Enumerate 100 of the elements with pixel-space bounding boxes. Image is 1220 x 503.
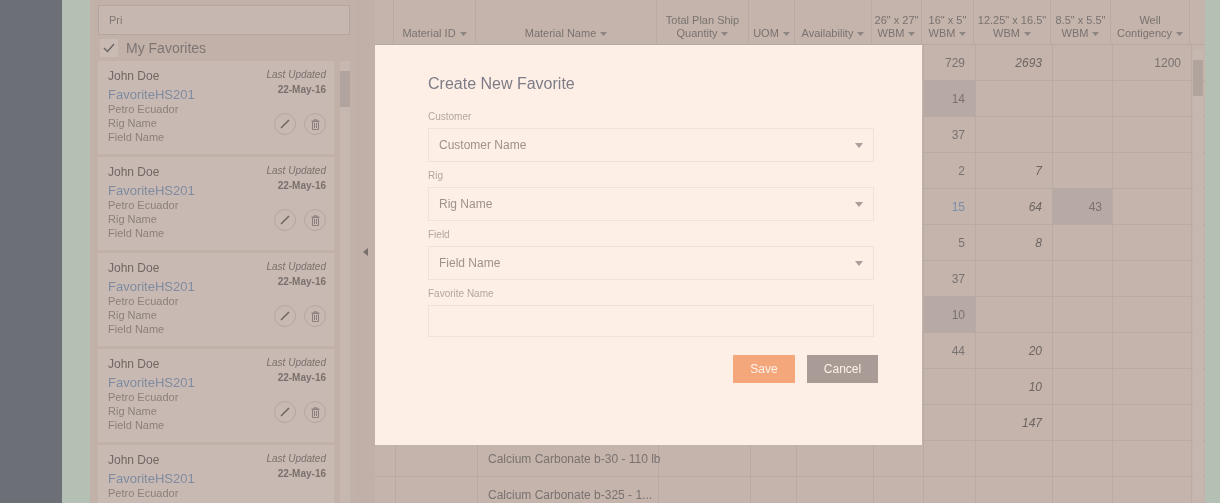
favorite-card[interactable]: John Doe FavoriteHS201 Petro Ecuador Last Updated 22-May-16 bbox=[98, 445, 334, 503]
dropdown[interactable]: Customer Name bbox=[428, 128, 874, 162]
save-button[interactable]: Save bbox=[733, 355, 795, 383]
check-icon bbox=[103, 43, 115, 53]
column-header[interactable]: 16" x 5" WBM bbox=[922, 0, 974, 44]
owner-name: John Doe bbox=[108, 165, 161, 179]
table-cell: 147 bbox=[976, 405, 1053, 440]
edit-button[interactable] bbox=[274, 209, 296, 231]
favorite-name[interactable]: FavoriteHS201 bbox=[108, 375, 195, 390]
table-cell: Calcium Carbonate b-325 - 1... bbox=[478, 477, 659, 503]
pencil-icon bbox=[280, 311, 290, 321]
updated-date: 22-May-16 bbox=[277, 180, 326, 191]
caret-icon bbox=[1176, 32, 1183, 37]
column-header[interactable]: 26" x 27" WBM bbox=[872, 0, 922, 44]
owner-name: John Doe bbox=[108, 453, 161, 467]
field-name: Field Name bbox=[108, 322, 166, 336]
favorite-card[interactable]: John Doe FavoriteHS201 Petro Ecuador Rig Name Field Name Last Updated 22-May-16 bbox=[98, 253, 334, 346]
edit-button[interactable] bbox=[274, 305, 296, 327]
owner-name: John Doe bbox=[108, 261, 161, 275]
table-cell: 43 bbox=[1053, 189, 1113, 224]
column-header[interactable]: Total Plan Ship Quantity bbox=[657, 0, 749, 44]
updated-date: 22-May-16 bbox=[277, 372, 326, 383]
field-label: Favorite Name bbox=[428, 288, 495, 299]
caret-icon bbox=[1092, 32, 1100, 37]
table-cell: 1200 bbox=[1113, 45, 1192, 80]
customer-name: Petro Ecuador bbox=[108, 198, 180, 212]
caret-icon bbox=[857, 32, 865, 37]
column-header[interactable]: Material ID bbox=[394, 0, 476, 44]
caret-icon bbox=[459, 32, 467, 37]
caret-icon bbox=[855, 201, 863, 207]
caret-icon bbox=[782, 32, 790, 37]
delete-button[interactable] bbox=[304, 209, 326, 231]
caret-icon bbox=[855, 260, 863, 266]
column-header[interactable]: Well Contigency bbox=[1111, 0, 1190, 44]
pencil-icon bbox=[280, 119, 290, 129]
favorite-name[interactable]: FavoriteHS201 bbox=[108, 183, 195, 198]
table-cell: 7 bbox=[976, 153, 1053, 188]
field-label: Customer bbox=[428, 111, 473, 122]
table-cell: 15 bbox=[924, 189, 976, 224]
trash-icon bbox=[310, 214, 320, 226]
trash-icon bbox=[310, 310, 320, 322]
search-field[interactable]: Pri bbox=[98, 5, 350, 35]
favorite-name[interactable]: FavoriteHS201 bbox=[108, 279, 195, 294]
rig-name: Rig Name bbox=[108, 404, 158, 418]
dropdown[interactable]: Rig Name bbox=[428, 187, 874, 221]
table-cell: 8 bbox=[976, 225, 1053, 260]
last-updated-label: Last Updated bbox=[266, 69, 326, 80]
customer-name: Petro Ecuador bbox=[108, 102, 180, 116]
caret-icon bbox=[959, 32, 967, 37]
last-updated-label: Last Updated bbox=[266, 261, 326, 272]
table-cell: 10 bbox=[924, 297, 976, 332]
last-updated-label: Last Updated bbox=[266, 357, 326, 368]
caret-icon bbox=[600, 32, 608, 37]
favorite-card[interactable]: John Doe FavoriteHS201 Petro Ecuador Rig Name Field Name Last Updated 22-May-16 bbox=[98, 61, 334, 154]
customer-name: Petro Ecuador bbox=[108, 486, 180, 500]
table-cell: 20 bbox=[976, 333, 1053, 368]
updated-date: 22-May-16 bbox=[277, 84, 326, 95]
column-header[interactable]: 12.25" x 16.5" WBM bbox=[974, 0, 1051, 44]
table-cell: 2693 bbox=[976, 45, 1053, 80]
collapse-arrow-icon[interactable] bbox=[362, 247, 368, 256]
caret-icon bbox=[1023, 32, 1031, 37]
delete-button[interactable] bbox=[304, 305, 326, 327]
favorites-label: My Favorites bbox=[126, 40, 207, 56]
checkbox[interactable] bbox=[100, 39, 118, 57]
column-header[interactable]: UOM bbox=[749, 0, 795, 44]
delete-button[interactable] bbox=[304, 401, 326, 423]
customer-name: Petro Ecuador bbox=[108, 390, 180, 404]
field-label: Rig bbox=[428, 170, 444, 181]
last-updated-label: Last Updated bbox=[266, 453, 326, 464]
column-header[interactable]: Material Name bbox=[476, 0, 657, 44]
field-name: Field Name bbox=[108, 130, 166, 144]
favorite-name[interactable]: FavoriteHS201 bbox=[108, 471, 195, 486]
dropdown[interactable]: Field Name bbox=[428, 246, 874, 280]
favorite-card[interactable]: John Doe FavoriteHS201 Petro Ecuador Rig Name Field Name Last Updated 22-May-16 bbox=[98, 349, 334, 442]
cancel-button[interactable]: Cancel bbox=[807, 355, 878, 383]
rig-name: Rig Name bbox=[108, 212, 158, 226]
table-cell: 37 bbox=[924, 117, 976, 152]
owner-name: John Doe bbox=[108, 69, 161, 83]
edit-button[interactable] bbox=[274, 401, 296, 423]
field-name: Field Name bbox=[108, 418, 166, 432]
updated-date: 22-May-16 bbox=[277, 468, 326, 479]
rig-name: Rig Name bbox=[108, 308, 158, 322]
table-cell: 44 bbox=[924, 333, 976, 368]
rig-name: Rig Name bbox=[108, 116, 158, 130]
owner-name: John Doe bbox=[108, 357, 161, 371]
table-cell: 37 bbox=[924, 261, 976, 296]
table-cell: 5 bbox=[924, 225, 976, 260]
caret-icon bbox=[908, 32, 916, 37]
column-header[interactable]: 8.5" x 5.5" WBM bbox=[1051, 0, 1111, 44]
field-name: Field Name bbox=[108, 226, 166, 240]
caret-icon bbox=[721, 32, 729, 37]
edit-button[interactable] bbox=[274, 113, 296, 135]
favorite-name[interactable]: FavoriteHS201 bbox=[108, 87, 195, 102]
delete-button[interactable] bbox=[304, 113, 326, 135]
favorite-card[interactable]: John Doe FavoriteHS201 Petro Ecuador Rig Name Field Name Last Updated 22-May-16 bbox=[98, 157, 334, 250]
caret-icon bbox=[855, 142, 863, 148]
pencil-icon bbox=[280, 215, 290, 225]
column-header[interactable]: Availability bbox=[795, 0, 872, 44]
pencil-icon bbox=[280, 407, 290, 417]
last-updated-label: Last Updated bbox=[266, 165, 326, 176]
